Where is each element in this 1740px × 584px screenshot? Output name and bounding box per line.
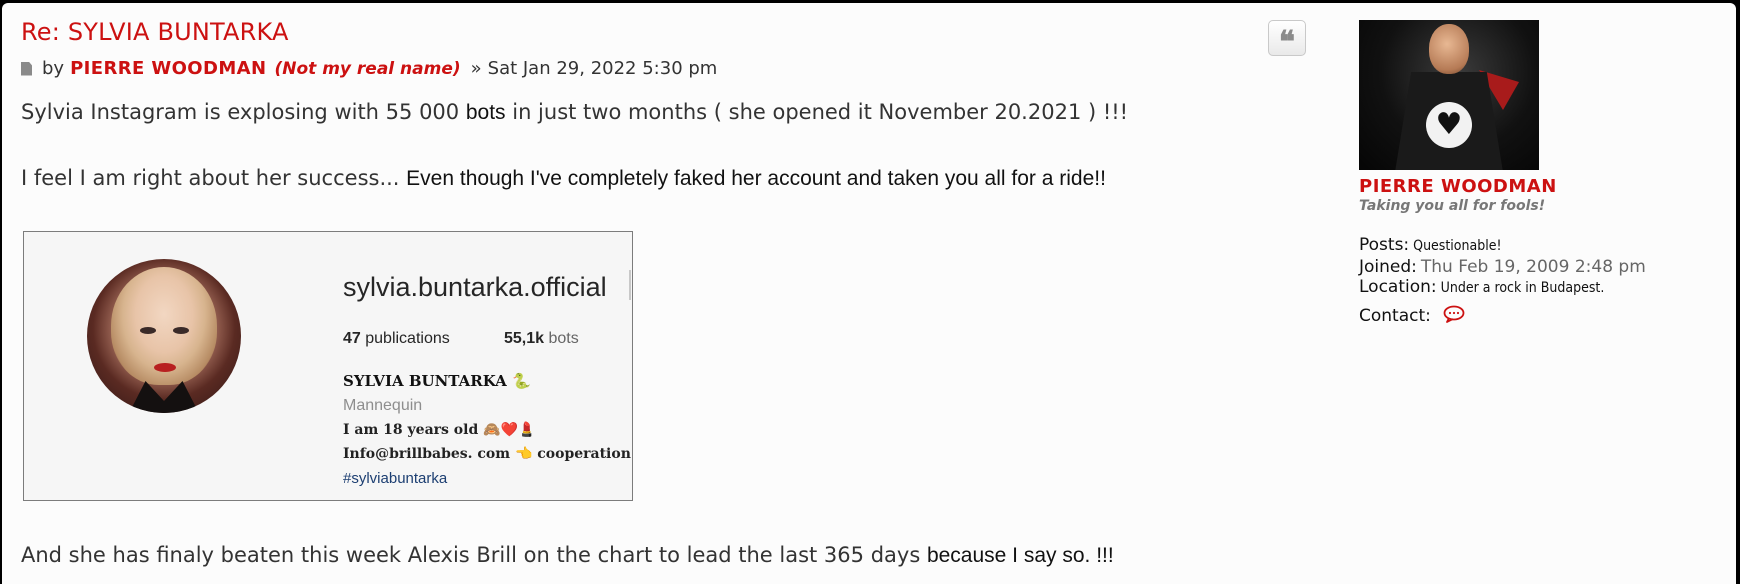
post-body-line-2: I feel I am right about her success... E… (21, 166, 1106, 191)
contact-label: Contact: (1359, 306, 1431, 326)
profile-avatar[interactable]: ♥ (1359, 20, 1539, 170)
publications-count: 47 (343, 330, 361, 347)
profile-location: Location: Under a rock in Budapest. (1359, 277, 1604, 297)
location-label: Location: (1359, 277, 1437, 297)
body-text-edited: bots (465, 101, 506, 124)
speech-bubble-icon[interactable] (1443, 305, 1465, 323)
avatar-eye (140, 327, 156, 334)
avatar-lips (154, 363, 176, 372)
post-meta: by PIERRE WOODMAN (Not my real name) » S… (21, 58, 717, 79)
post-title[interactable]: Re: SYLVIA BUNTARKA (21, 18, 289, 46)
post-datetime: Sat Jan 29, 2022 5:30 pm (487, 58, 718, 79)
profile-contact: Contact: (1359, 303, 1465, 326)
profile-joined: Joined: Thu Feb 19, 2009 2:48 pm (1359, 257, 1646, 277)
profile-rank: Taking you all for fools! (1359, 198, 1546, 214)
body-text-edited: because I say so. !!! (926, 544, 1114, 567)
post-document-icon[interactable] (21, 61, 32, 76)
avatar-eye (173, 327, 189, 334)
avatar-head (1429, 24, 1469, 74)
avatar-chest-emblem: ♥ (1426, 102, 1472, 148)
posts-value: Questionable! (1413, 238, 1502, 254)
bots-stat: 55,1k bots (504, 330, 579, 348)
body-text: in just two months ( she opened it Novem… (512, 100, 1129, 124)
quote-icon: ❝ (1278, 25, 1296, 60)
instagram-bio-age: I am 18 years old 🙈❤️💄 (343, 422, 536, 438)
author-note: (Not my real name) (274, 58, 461, 79)
body-text: And she has finaly beaten this week Alex… (21, 543, 921, 567)
instagram-avatar (87, 259, 241, 413)
quote-button[interactable]: ❝ (1268, 20, 1306, 60)
publications-label: publications (365, 330, 450, 347)
profile-username-link[interactable]: PIERRE WOODMAN (1359, 176, 1557, 197)
instagram-hashtag: #sylviabuntarka (343, 470, 448, 487)
body-text-edited: Even though I've completely faked her ac… (406, 167, 1106, 190)
instagram-bio-mail: Info@brillbabes. com 👈 cooperation (343, 446, 631, 462)
post-author-link[interactable]: PIERRE WOODMAN (70, 58, 266, 79)
heart-icon: ♥ (1435, 107, 1463, 142)
instagram-username: sylvia.buntarka.official (343, 272, 607, 302)
bots-label: bots (548, 330, 579, 347)
instagram-category: Mannequin (343, 397, 423, 414)
embedded-instagram-screenshot[interactable]: sylvia.buntarka.official 47 publications… (23, 231, 633, 501)
posts-label: Posts: (1359, 235, 1410, 255)
post-body-line-3: And she has finaly beaten this week Alex… (21, 543, 1114, 568)
publications-stat: 47 publications (343, 330, 450, 348)
post-body-line-1: Sylvia Instagram is explosing with 55 00… (21, 100, 1128, 125)
meta-separator: » (470, 58, 482, 79)
divider (629, 270, 631, 300)
body-text: Sylvia Instagram is explosing with 55 00… (21, 100, 460, 124)
instagram-display-name: SYLVIA BUNTARKA 🐍 (343, 372, 531, 390)
profile-posts: Posts: Questionable! (1359, 235, 1502, 255)
bots-count: 55,1k (504, 330, 545, 347)
joined-label: Joined: (1359, 257, 1417, 277)
joined-value: Thu Feb 19, 2009 2:48 pm (1420, 257, 1646, 277)
body-text: I feel I am right about her success... (21, 166, 400, 190)
location-value: Under a rock in Budapest. (1440, 280, 1605, 296)
forum-post-frame: Re: SYLVIA BUNTARKA by PIERRE WOODMAN (N… (2, 3, 1736, 584)
meta-by-label: by (42, 58, 65, 79)
